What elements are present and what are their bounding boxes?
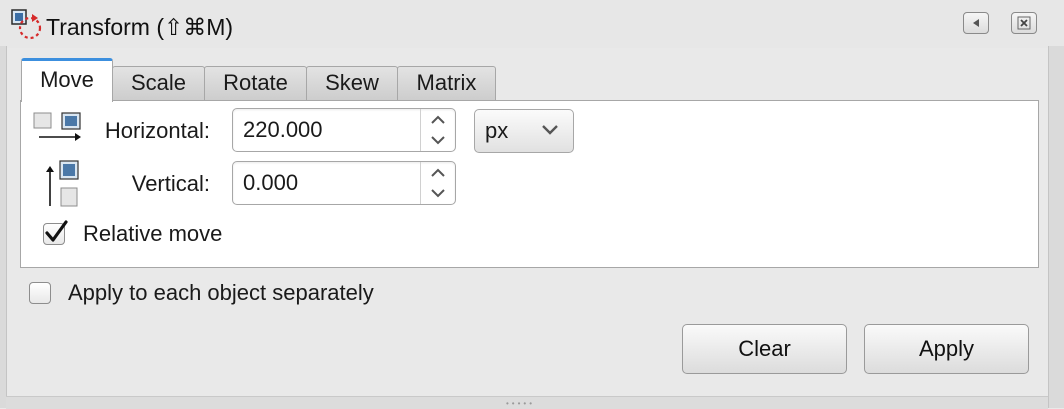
apply-button[interactable]: Apply: [864, 324, 1029, 374]
vertical-stepper[interactable]: [420, 162, 455, 204]
chevron-down-icon[interactable]: [421, 183, 455, 204]
vertical-label: Vertical:: [131, 171, 210, 196]
close-icon: [1017, 16, 1031, 30]
vertical-move-icon: [44, 160, 80, 210]
grip-dots-icon[interactable]: •••••: [506, 399, 535, 408]
transform-icon: [10, 8, 46, 42]
vertical-value[interactable]: 0.000: [243, 168, 298, 198]
apply-separately-checkbox[interactable]: [29, 282, 51, 304]
vertical-spinbox[interactable]: 0.000: [232, 161, 456, 205]
relative-move-label[interactable]: Relative move: [83, 220, 222, 248]
tab-move[interactable]: Move: [21, 58, 113, 102]
collapse-button[interactable]: [963, 12, 989, 34]
unit-value: px: [485, 118, 509, 143]
relative-move-checkbox[interactable]: [43, 220, 68, 245]
unit-select[interactable]: px: [474, 109, 574, 153]
tab-scale[interactable]: Scale: [112, 66, 205, 100]
close-button[interactable]: [1011, 12, 1037, 34]
horizontal-label: Horizontal:: [104, 118, 210, 143]
horizontal-stepper[interactable]: [420, 109, 455, 151]
tab-skew[interactable]: Skew: [306, 66, 398, 100]
chevron-up-icon[interactable]: [421, 109, 455, 130]
clear-button[interactable]: Clear: [682, 324, 847, 374]
window-title: Transform (⇧⌘M): [46, 14, 234, 40]
horizontal-spinbox[interactable]: 220.000: [232, 108, 456, 152]
collapse-left-icon: [973, 19, 979, 27]
right-edge: [1048, 46, 1064, 408]
chevron-down-icon: [542, 125, 558, 135]
checkmark-icon: [45, 220, 68, 242]
tab-matrix[interactable]: Matrix: [397, 66, 496, 100]
apply-separately-label[interactable]: Apply to each object separately: [68, 279, 374, 307]
chevron-down-icon[interactable]: [421, 130, 455, 151]
left-edge: [0, 46, 7, 408]
chevron-up-icon[interactable]: [421, 162, 455, 183]
horizontal-value[interactable]: 220.000: [243, 115, 323, 145]
tab-rotate[interactable]: Rotate: [204, 66, 307, 100]
horizontal-move-icon: [33, 112, 83, 148]
